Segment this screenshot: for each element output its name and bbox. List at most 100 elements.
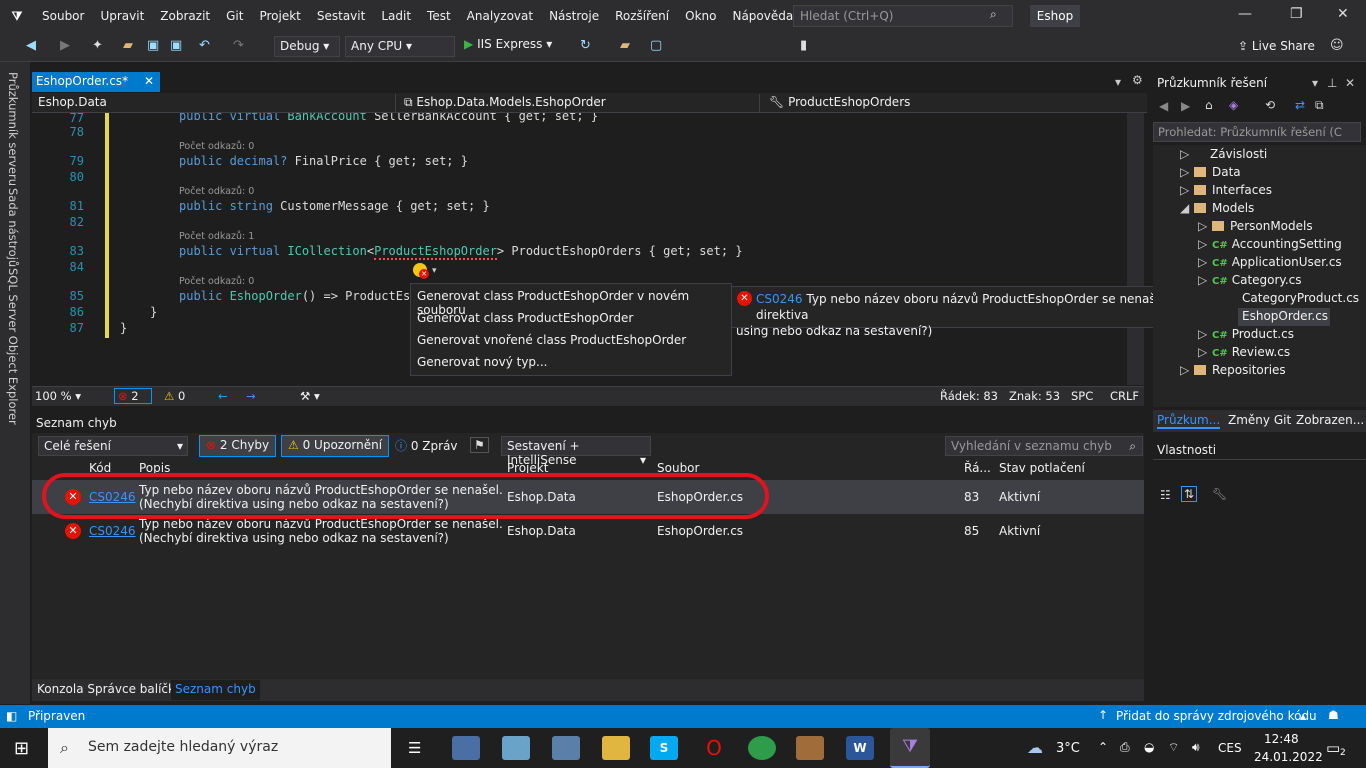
cleanup-icon[interactable]: ⚒ ▾ xyxy=(300,389,320,403)
refresh-icon[interactable]: ↻ xyxy=(580,38,591,53)
notification-center-icon[interactable]: ▭ xyxy=(1326,739,1340,757)
save-all-icon[interactable]: ▣ xyxy=(170,38,182,53)
tree-node-data[interactable]: ▷ Data xyxy=(1180,165,1241,179)
expand-icon[interactable]: ▷ xyxy=(1180,147,1194,161)
expand-icon[interactable]: ▷ xyxy=(1198,255,1212,269)
alphabetical-icon[interactable]: ⇅ xyxy=(1181,486,1198,502)
taskbar-search-input[interactable]: Sem zadejte hledaný výraz xyxy=(48,728,391,768)
menu-okno[interactable]: Okno xyxy=(677,9,724,23)
configuration-select[interactable]: Debug ▾ xyxy=(274,36,340,57)
project-dropdown[interactable]: Eshop.Data xyxy=(34,94,396,113)
new-project-icon[interactable]: ✦ xyxy=(92,38,103,53)
word-icon[interactable]: W xyxy=(846,736,874,760)
close-icon[interactable]: ✕ xyxy=(1345,76,1355,90)
expand-icon[interactable]: ▷ xyxy=(1198,327,1212,341)
sync-icon[interactable]: ⇄ xyxy=(1295,98,1305,112)
chevron-up-icon[interactable]: ⌃ xyxy=(1098,740,1108,754)
tab-git-changes[interactable]: Změny Git xyxy=(1228,413,1291,427)
tab-view[interactable]: Zobrazen... xyxy=(1296,413,1364,427)
visual-studio-taskbar-icon[interactable]: ⧩ xyxy=(890,728,930,768)
column-header-line[interactable]: Řá... xyxy=(964,461,991,475)
tree-node-file[interactable]: ▷ C# Category.cs xyxy=(1198,273,1302,287)
menu-zobrazit[interactable]: Zobrazit xyxy=(152,9,218,23)
property-pages-icon[interactable]: 🔧︎ xyxy=(1212,487,1227,501)
editor-scrollbar[interactable] xyxy=(1127,113,1144,385)
tree-node-dependencies[interactable]: ▷ Závislosti xyxy=(1180,147,1267,161)
windows-start-icon[interactable]: ⊞ xyxy=(14,738,29,759)
tree-node-file[interactable]: ▷ C# Product.cs xyxy=(1198,327,1294,341)
chevron-down-icon[interactable]: ▾ xyxy=(432,266,437,276)
menu-test[interactable]: Test xyxy=(419,9,459,23)
source-select[interactable]: Sestavení + IntelliSense ▾ xyxy=(501,436,651,467)
messages-toggle[interactable]: ⓘ 0 Zpráv xyxy=(389,435,464,457)
arrow-right-icon[interactable]: → xyxy=(246,389,256,403)
errors-toggle[interactable]: ⊗ 2 Chyby xyxy=(199,435,277,457)
tray-icon[interactable]: ⎙ xyxy=(1120,740,1130,755)
codelens-refs[interactable]: Počet odkazů: 1 xyxy=(179,231,254,242)
codelens-refs[interactable]: Počet odkazů: 0 xyxy=(179,186,254,197)
menu-soubor[interactable]: Soubor xyxy=(34,9,92,23)
visual-studio-logo-icon[interactable]: ⧩ xyxy=(0,0,34,32)
codelens-refs[interactable]: Počet odkazů: 0 xyxy=(179,276,254,287)
browser-icon[interactable]: ▢ xyxy=(650,38,662,53)
tree-node-interfaces[interactable]: ▷ Interfaces xyxy=(1180,183,1272,197)
arrow-left-icon[interactable]: ← xyxy=(218,389,228,403)
menu-nastroje[interactable]: Nástroje xyxy=(541,9,607,23)
chrome-icon[interactable] xyxy=(748,736,776,760)
expand-icon[interactable]: ▷ xyxy=(1198,237,1212,251)
tab-dropdown-icon[interactable]: ▾ xyxy=(1115,75,1121,89)
live-share-button[interactable]: ⇪ Live Share xyxy=(1238,39,1315,53)
expand-icon[interactable]: ▷ xyxy=(1180,165,1194,179)
tree-node-personmodels[interactable]: ▷ PersonModels xyxy=(1198,219,1313,233)
minimize-icon[interactable]: — xyxy=(1238,6,1252,22)
close-tab-icon[interactable]: ✕ xyxy=(144,74,154,88)
back-icon[interactable]: ◀ xyxy=(26,38,36,53)
folder-icon[interactable]: ▰ xyxy=(620,38,630,53)
maximize-icon[interactable]: ❐ xyxy=(1290,6,1303,22)
expand-icon[interactable]: ▷ xyxy=(1198,273,1212,287)
language-indicator[interactable]: CES xyxy=(1218,741,1242,755)
tree-node-repositories[interactable]: ▷ Repositories xyxy=(1180,363,1286,377)
add-to-source-control[interactable]: Přidat do správy zdrojového kódu xyxy=(1116,709,1317,723)
app-icon-pages[interactable] xyxy=(502,736,530,760)
type-dropdown[interactable]: ⧉ Eshop.Data.Models.EshopOrder xyxy=(400,94,760,113)
chevron-up-icon[interactable]: ▴ xyxy=(1300,709,1306,723)
volume-icon[interactable]: 🔊︎ xyxy=(1192,740,1200,755)
tree-node-file[interactable]: ▷ C# ApplicationUser.cs xyxy=(1198,255,1342,269)
menu-projekt[interactable]: Projekt xyxy=(251,9,308,23)
history-icon[interactable]: ⟲ xyxy=(1265,98,1275,112)
member-dropdown[interactable]: 🔧︎ ProductEshopOrders xyxy=(765,94,1127,113)
menu-upravit[interactable]: Upravit xyxy=(92,9,152,23)
open-folder-icon[interactable]: ▰ xyxy=(123,38,133,53)
scope-select[interactable]: Celé řešení ▾ xyxy=(38,436,188,456)
column-header-suppression[interactable]: Stav potlačení xyxy=(999,461,1085,475)
notifications-icon[interactable]: ☗ xyxy=(1328,708,1339,722)
forward-icon[interactable]: ▶ xyxy=(1181,99,1190,113)
menu-sestavit[interactable]: Sestavit xyxy=(309,9,373,23)
codelens-refs[interactable]: Počet odkazů: 0 xyxy=(179,141,254,152)
tree-node-models[interactable]: ◢ Models xyxy=(1180,201,1254,215)
expand-icon[interactable]: ▷ xyxy=(1180,183,1194,197)
home-icon[interactable]: ⌂ xyxy=(1205,98,1213,112)
forward-icon[interactable]: ▶ xyxy=(60,38,70,53)
platform-select[interactable]: Any CPU ▾ xyxy=(345,36,455,57)
spaces-indicator[interactable]: SPC xyxy=(1071,389,1093,403)
zoom-select[interactable]: 100 % ▾ xyxy=(35,389,81,403)
categorized-icon[interactable]: ☷ xyxy=(1160,488,1171,502)
menu-analyzovat[interactable]: Analyzovat xyxy=(459,9,541,23)
expand-icon[interactable]: ▷ xyxy=(1198,219,1212,233)
tab-solution-explorer[interactable]: Průzkum... xyxy=(1157,413,1221,429)
clock-time[interactable]: 12:48 xyxy=(1264,732,1299,746)
redo-icon[interactable]: ↷ xyxy=(233,38,244,53)
error-list-search[interactable]: Vyhledání v seznamu chyb ⌕ xyxy=(945,436,1143,456)
close-icon[interactable]: ✕ xyxy=(1337,6,1349,22)
run-button[interactable]: ▶ IIS Express ▾ xyxy=(464,37,552,51)
tab-eshoporder[interactable]: EshopOrder.cs* ✕ xyxy=(32,72,160,92)
bookmark-icon[interactable]: ▮ xyxy=(800,38,807,53)
quick-action-generate-type[interactable]: Generovat nový typ... xyxy=(417,355,548,369)
server-explorer-tab[interactable]: Průzkumník serveru xyxy=(6,72,20,186)
eol-indicator[interactable]: CRLF xyxy=(1110,389,1139,403)
settings-icon[interactable]: ⚙ xyxy=(1132,73,1143,87)
warning-count-button[interactable]: ⚠ 0 xyxy=(164,389,185,403)
solution-search-input[interactable]: Prohledat: Průzkumník řešení (C xyxy=(1153,122,1361,142)
